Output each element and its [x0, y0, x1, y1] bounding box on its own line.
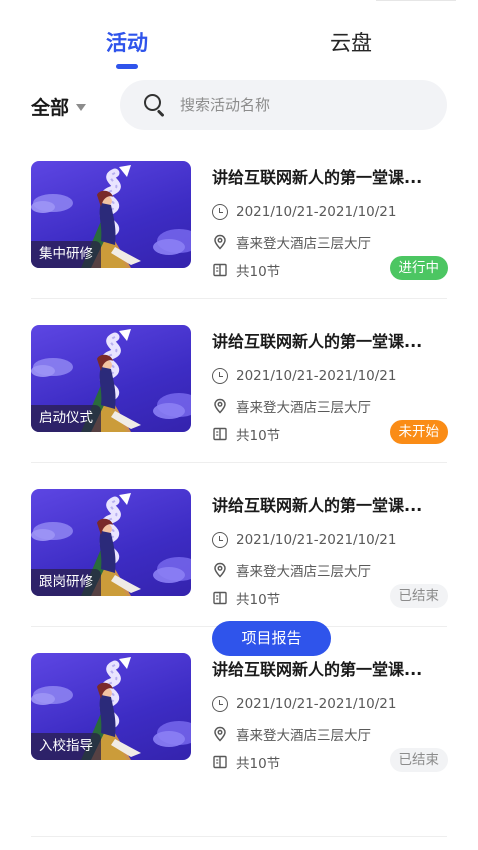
activity-date: 2021/10/21-2021/10/21	[236, 696, 397, 712]
search-bar[interactable]	[120, 80, 447, 130]
book-icon	[212, 262, 228, 278]
activity-session-count: 共10节	[236, 756, 281, 772]
activity-status-badge: 未开始	[389, 420, 448, 444]
list-divider	[31, 836, 447, 837]
activity-cover-image[interactable]: 集中研修	[31, 161, 191, 268]
list-divider	[31, 298, 447, 299]
category-filter-dropdown[interactable]: 全部	[31, 91, 87, 121]
activity-date: 2021/10/21-2021/10/21	[236, 204, 397, 220]
activity-location: 喜来登大酒店三层大厅	[236, 400, 371, 416]
list-divider	[31, 462, 447, 463]
book-icon	[212, 590, 228, 606]
location-pin-icon	[212, 234, 228, 250]
activity-cover-image[interactable]: 入校指导	[31, 653, 191, 760]
activity-title[interactable]: 讲给互联网新人的第一堂课...	[212, 331, 448, 353]
activity-title[interactable]: 讲给互联网新人的第一堂课...	[212, 659, 448, 681]
caret-down-icon	[76, 103, 87, 111]
activity-session-count: 共10节	[236, 592, 281, 608]
activity-location-row: 喜来登大酒店三层大厅	[212, 560, 371, 580]
tab-bar: 活动 云盘	[0, 28, 478, 74]
activity-card[interactable]: 入校指导 讲给互联网新人的第一堂课... 2021/10/21-2021/10/…	[0, 653, 478, 817]
activity-cover-image[interactable]: 启动仪式	[31, 325, 191, 432]
activity-status-badge: 已结束	[389, 748, 448, 772]
clock-icon	[212, 696, 228, 712]
activity-session-count: 共10节	[236, 264, 281, 280]
clock-icon	[212, 532, 228, 548]
location-pin-icon	[212, 726, 228, 742]
activity-category-tag: 启动仪式	[31, 405, 101, 432]
activity-sessions-row: 共10节	[212, 752, 280, 772]
category-filter-label: 全部	[31, 96, 70, 119]
activity-category-tag: 集中研修	[31, 241, 101, 268]
activity-location: 喜来登大酒店三层大厅	[236, 236, 371, 252]
activity-status-badge: 已结束	[389, 584, 448, 608]
project-report-button[interactable]: 项目报告	[212, 621, 331, 656]
activity-info: 讲给互联网新人的第一堂课... 2021/10/21-2021/10/21 喜来…	[212, 161, 448, 280]
search-input[interactable]	[180, 96, 420, 114]
search-icon	[144, 94, 166, 117]
activity-category-tag: 入校指导	[31, 733, 101, 760]
location-pin-icon	[212, 562, 228, 578]
book-icon	[212, 754, 228, 770]
activity-info: 讲给互联网新人的第一堂课... 2021/10/21-2021/10/21 喜来…	[212, 653, 448, 772]
activity-location: 喜来登大酒店三层大厅	[236, 728, 371, 744]
activity-category-tag: 跟岗研修	[31, 569, 101, 596]
activity-location-row: 喜来登大酒店三层大厅	[212, 396, 371, 416]
clock-icon	[212, 204, 228, 220]
activity-date: 2021/10/21-2021/10/21	[236, 532, 397, 548]
activity-date-row: 2021/10/21-2021/10/21	[212, 532, 397, 548]
activity-title[interactable]: 讲给互联网新人的第一堂课...	[212, 495, 448, 517]
activity-sessions-row: 共10节	[212, 424, 280, 444]
tab-cloud-drive[interactable]: 云盘	[330, 28, 372, 58]
tab-activities[interactable]: 活动	[106, 28, 148, 58]
activity-cover-image[interactable]: 跟岗研修	[31, 489, 191, 596]
activity-location: 喜来登大酒店三层大厅	[236, 564, 371, 580]
activity-date-row: 2021/10/21-2021/10/21	[212, 368, 397, 384]
activity-sessions-row: 共10节	[212, 588, 280, 608]
activity-date-row: 2021/10/21-2021/10/21	[212, 204, 397, 220]
activity-title[interactable]: 讲给互联网新人的第一堂课...	[212, 167, 448, 189]
top-edge-divider	[376, 0, 456, 1]
active-tab-indicator	[116, 64, 138, 69]
location-pin-icon	[212, 398, 228, 414]
activity-location-row: 喜来登大酒店三层大厅	[212, 724, 371, 744]
activity-session-count: 共10节	[236, 428, 281, 444]
activity-info: 讲给互联网新人的第一堂课... 2021/10/21-2021/10/21 喜来…	[212, 489, 448, 608]
activity-location-row: 喜来登大酒店三层大厅	[212, 232, 371, 252]
activity-date: 2021/10/21-2021/10/21	[236, 368, 397, 384]
activity-sessions-row: 共10节	[212, 260, 280, 280]
book-icon	[212, 426, 228, 442]
clock-icon	[212, 368, 228, 384]
activity-card[interactable]: 集中研修 讲给互联网新人的第一堂课... 2021/10/21-2021/10/…	[0, 161, 478, 325]
activity-info: 讲给互联网新人的第一堂课... 2021/10/21-2021/10/21 喜来…	[212, 325, 448, 444]
activity-date-row: 2021/10/21-2021/10/21	[212, 696, 397, 712]
activity-status-badge: 进行中	[389, 256, 448, 280]
activity-card[interactable]: 启动仪式 讲给互联网新人的第一堂课... 2021/10/21-2021/10/…	[0, 325, 478, 489]
